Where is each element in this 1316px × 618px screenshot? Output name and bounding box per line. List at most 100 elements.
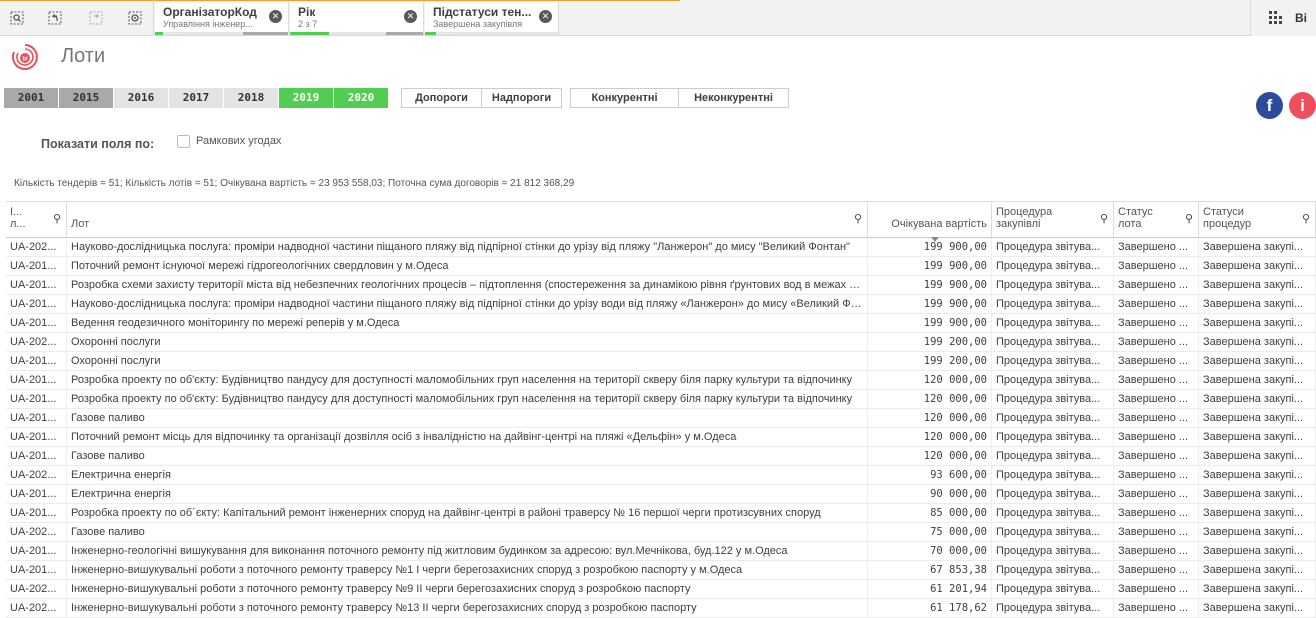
year-button-2016[interactable]: 2016 <box>114 88 169 108</box>
search-icon[interactable]: ⚲ <box>854 213 862 225</box>
cell-procedure: Процедура звітува... <box>992 238 1114 257</box>
cell-lot: Науково-дослідницька послуга: проміри на… <box>67 295 868 314</box>
non-competitive-button[interactable]: Неконкурентні <box>679 89 788 107</box>
cell-procedure-status: Завершена закупі... <box>1199 276 1316 295</box>
selection-organizer[interactable]: ОрганізаторКод Управління інженер... ✕ <box>155 2 289 35</box>
cell-procedure: Процедура звітува... <box>992 523 1114 542</box>
cell-lot-status: Завершено ... <box>1114 485 1199 504</box>
selection-year[interactable]: Рік 2 з 7 ✕ <box>290 2 424 35</box>
search-icon[interactable]: ⚲ <box>1185 213 1193 225</box>
column-header-lot[interactable]: Лот ⚲ <box>67 202 868 238</box>
table-row[interactable]: UA-201... Газове паливо 120 000,00 Процедур… <box>6 447 1316 466</box>
cell-expected-value: 199 900,00 <box>868 295 992 314</box>
year-button-2017[interactable]: 2017 <box>169 88 224 108</box>
cell-procedure: Процедура звітува... <box>992 390 1114 409</box>
table-row[interactable]: UA-201... Газове паливо 120 000,00 Процедур… <box>6 409 1316 428</box>
year-button-2018[interactable]: 2018 <box>224 88 279 108</box>
search-icon[interactable]: ⚲ <box>53 213 61 225</box>
step-forward-icon[interactable] <box>84 6 108 30</box>
show-fields-label: Показати поля по: <box>41 137 155 151</box>
table-row[interactable]: UA-201... Науково-дослідницька послуга: п… <box>6 295 1316 314</box>
cell-procedure: Процедура звітува... <box>992 333 1114 352</box>
column-header-id[interactable]: І... л... ⚲ <box>6 202 67 238</box>
cell-expected-value: 120 000,00 <box>868 390 992 409</box>
selection-bar <box>155 32 288 35</box>
table-row[interactable]: UA-201... Поточний ремонт існуючої мережі… <box>6 257 1316 276</box>
cell-expected-value: 75 000,00 <box>868 523 992 542</box>
table-row[interactable]: UA-202... Інженерно-вишукувальні роботи з… <box>6 580 1316 599</box>
table-row[interactable]: UA-201... Ведення геодезичного моніторинг… <box>6 314 1316 333</box>
cell-expected-value: 199 900,00 <box>868 276 992 295</box>
competitive-button[interactable]: Конкурентні <box>571 89 679 107</box>
table-row[interactable]: UA-201... Електрична енергія 90 000,00 Проц… <box>6 485 1316 504</box>
toolbar-accent-line <box>0 0 680 1</box>
cell-expected-value: 90 000,00 <box>868 485 992 504</box>
column-header-line2: Лот <box>71 218 90 230</box>
table-row[interactable]: UA-201... Інженерно-вишукувальні роботи з… <box>6 561 1316 580</box>
table-row[interactable]: UA-201... Інженерно-геологічні вишукуванн… <box>6 542 1316 561</box>
framework-agreements-checkbox[interactable] <box>177 135 190 148</box>
cell-id: UA-201... <box>6 485 67 504</box>
year-button-2019[interactable]: 2019 <box>279 88 334 108</box>
year-button-2015[interactable]: 2015 <box>59 88 114 108</box>
cell-id: UA-201... <box>6 409 67 428</box>
cell-procedure-status: Завершена закупі... <box>1199 333 1316 352</box>
cell-lot: Електрична енергія <box>67 466 868 485</box>
table-row[interactable]: UA-201... Розробка проекту по об'єкту: Бу… <box>6 371 1316 390</box>
cell-procedure: Процедура звітува... <box>992 561 1114 580</box>
table-row[interactable]: UA-201... Розробка проекту по об'єкту: Бу… <box>6 390 1316 409</box>
above-threshold-button[interactable]: Надпороги <box>482 89 561 107</box>
search-icon[interactable]: ⚲ <box>1302 213 1310 225</box>
cell-lot-status: Завершено ... <box>1114 580 1199 599</box>
below-threshold-button[interactable]: Допороги <box>402 89 482 107</box>
table-row[interactable]: UA-201... Розробка схеми захисту територі… <box>6 276 1316 295</box>
table-row[interactable]: UA-202... Інженерно-вишукувальні роботи з… <box>6 599 1316 618</box>
cell-expected-value: 61 201,94 <box>868 580 992 599</box>
close-icon[interactable]: ✕ <box>404 10 417 23</box>
cell-lot-status: Завершено ... <box>1114 352 1199 371</box>
cell-lot-status: Завершено ... <box>1114 466 1199 485</box>
column-header-line1: Статус <box>1118 206 1153 218</box>
cell-procedure: Процедура звітува... <box>992 504 1114 523</box>
year-button-2020[interactable]: 2020 <box>334 88 389 108</box>
cell-lot: Розробка схеми захисту території міста в… <box>67 276 868 295</box>
column-header-procedure-status[interactable]: Статуси процедур ⚲ <box>1199 202 1316 238</box>
selection-substatus[interactable]: Підстатуси тен... Завершена закупівля ✕ <box>425 2 559 35</box>
table-row[interactable]: UA-201... Розробка проекту по об´єкту: Ка… <box>6 504 1316 523</box>
column-header-line2: Очікувана вартість <box>891 218 987 230</box>
table-row[interactable]: UA-202... Науково-дослідницька послуга: п… <box>6 238 1316 257</box>
cell-procedure: Процедура звітува... <box>992 485 1114 504</box>
table-row[interactable]: UA-202... Електрична енергія 93 600,00 Проц… <box>6 466 1316 485</box>
column-header-line2: процедур <box>1203 218 1252 230</box>
info-icon[interactable]: i <box>1289 92 1316 119</box>
cell-lot: Поточний ремонт місць для відпочинку та … <box>67 428 868 447</box>
column-header-lot-status[interactable]: Статус лота ⚲ <box>1114 202 1199 238</box>
cell-id: UA-201... <box>6 447 67 466</box>
column-header-procedure[interactable]: Процедура закупівлі ⚲ <box>992 202 1114 238</box>
step-back-icon[interactable] <box>43 6 67 30</box>
close-icon[interactable]: ✕ <box>539 10 552 23</box>
cell-procedure: Процедура звітува... <box>992 257 1114 276</box>
cell-expected-value: 120 000,00 <box>868 447 992 466</box>
cell-lot: Інженерно-вишукувальні роботи з поточног… <box>67 599 868 618</box>
sheets-menu[interactable]: Ві <box>1250 0 1316 36</box>
cell-id: UA-201... <box>6 371 67 390</box>
cell-procedure: Процедура звітува... <box>992 352 1114 371</box>
facebook-icon[interactable]: f <box>1256 92 1283 119</box>
table-row[interactable]: UA-201... Поточний ремонт місць для відпо… <box>6 428 1316 447</box>
column-header-expected-value[interactable]: Очікувана вартість <box>868 202 992 238</box>
table-row[interactable]: UA-202... Газове паливо 75 000,00 Процедура… <box>6 523 1316 542</box>
selection-subtitle: Управління інженер... <box>163 19 253 29</box>
clear-selections-icon[interactable] <box>123 6 147 30</box>
table-row[interactable]: UA-201... Охоронні послуги 199 200,00 Проце… <box>6 352 1316 371</box>
close-icon[interactable]: ✕ <box>269 10 282 23</box>
cell-lot-status: Завершено ... <box>1114 371 1199 390</box>
search-icon[interactable]: ⚲ <box>1100 213 1108 225</box>
smart-search-icon[interactable] <box>5 6 29 30</box>
table-row[interactable]: UA-202... Охоронні послуги 199 200,00 Проце… <box>6 333 1316 352</box>
cell-procedure: Процедура звітува... <box>992 276 1114 295</box>
year-button-2001[interactable]: 2001 <box>4 88 59 108</box>
framework-agreements-label[interactable]: Рамкових угодах <box>196 135 281 147</box>
selection-title: ОрганізаторКод <box>163 5 257 19</box>
selection-subtitle: Завершена закупівля <box>433 19 523 29</box>
